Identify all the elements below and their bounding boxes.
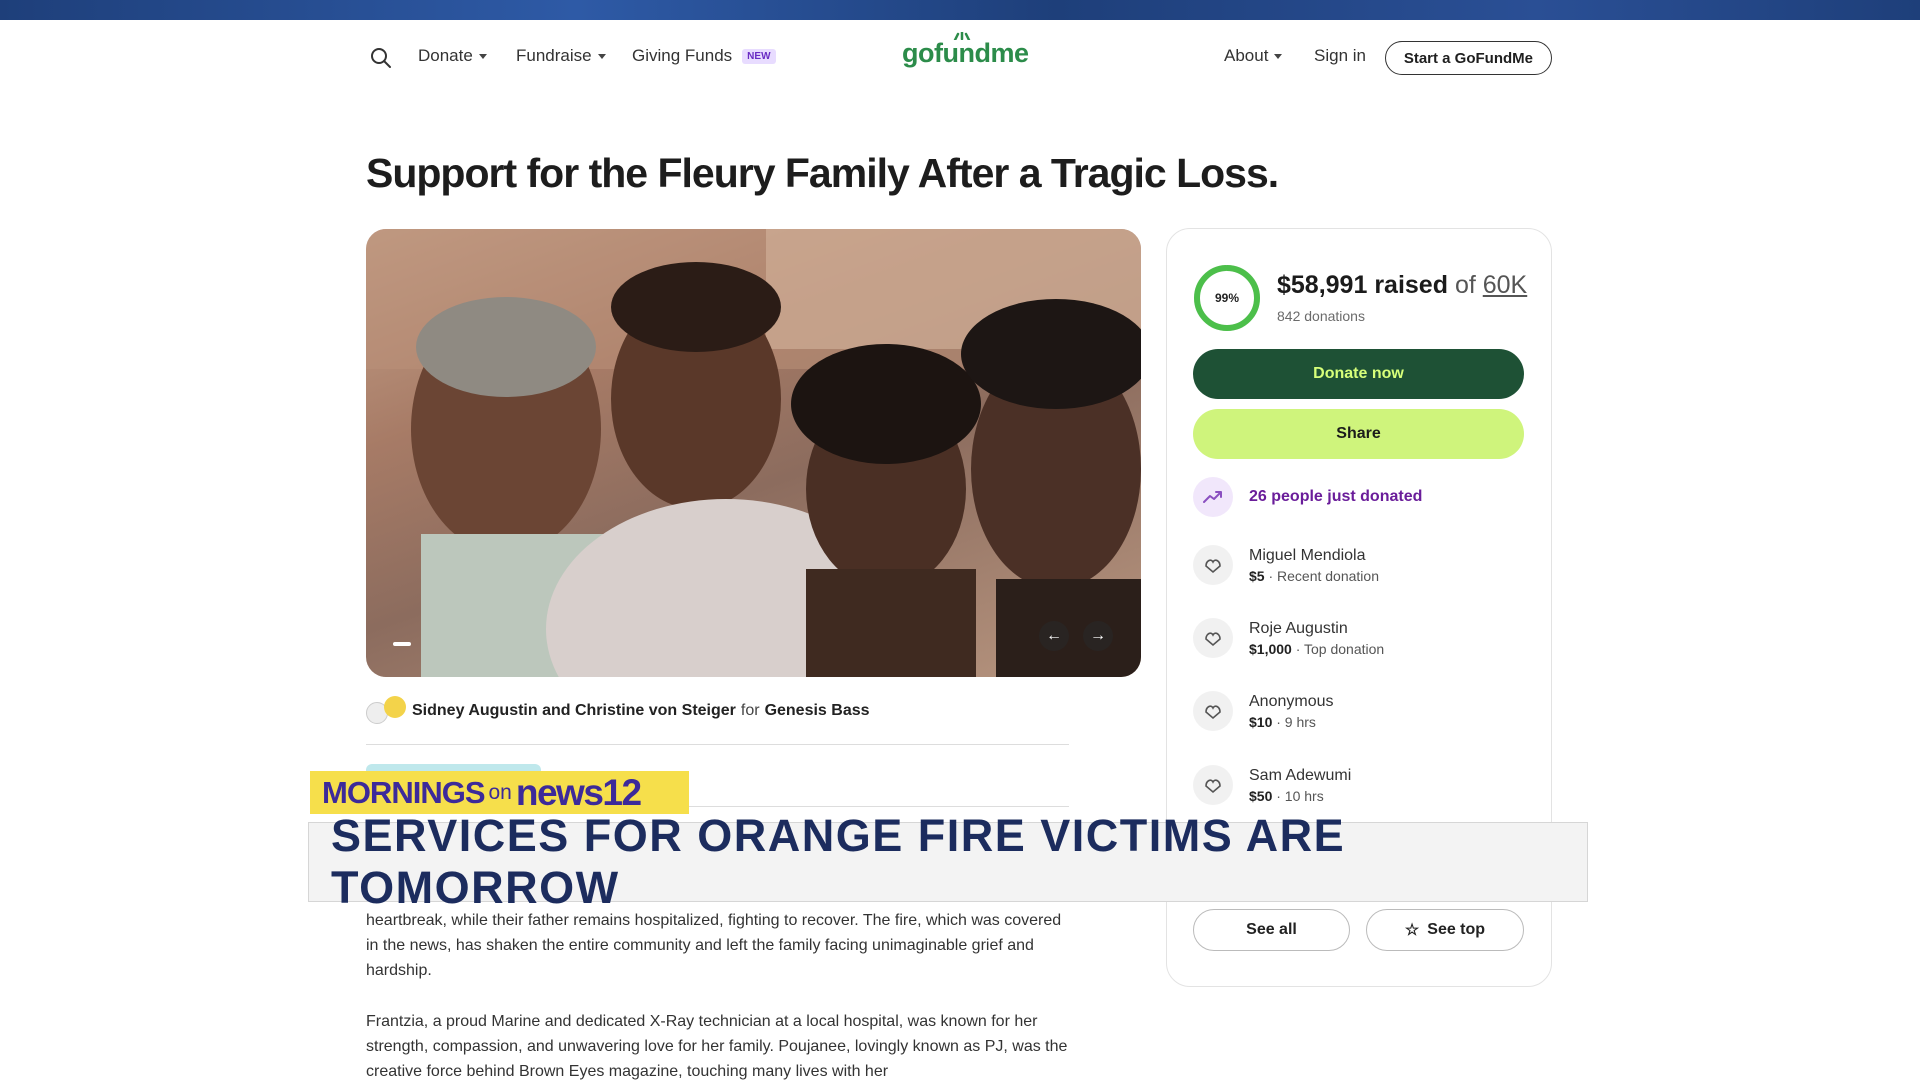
search-icon[interactable] [369,46,393,70]
donor-name: Sam Adewumi [1249,766,1352,784]
carousel-indicator[interactable] [393,642,411,646]
for-label: for [740,702,760,719]
donation-note: · 10 hrs [1272,787,1324,804]
raised-amount: $58,991 raised [1277,271,1448,299]
donation-hand-icon [1193,691,1233,731]
see-all-button[interactable]: See all [1193,909,1350,951]
campaign-story: heartbreak, while their father remains h… [366,908,1076,1080]
brand-news12: news12 [515,771,642,813]
donation-amount: $5 [1249,567,1265,584]
campaign-photo[interactable]: ← → [366,229,1141,677]
chevron-down-icon [478,53,487,59]
donor-detail: $50 · 10 hrs [1249,788,1351,804]
sign-in-link[interactable]: Sign in [1314,46,1366,66]
chevron-down-icon [1274,53,1283,59]
donation-count: 842 donations [1277,308,1365,324]
news12-brand-bug: MORNINGS on news12 [310,771,689,814]
brand-on: on [488,780,512,804]
lower-third-banner: SERVICES FOR ORANGE FIRE VICTIMS ARE TOM… [308,810,1588,913]
donor-item: Roje Augustin $1,000 · Top donation [1193,618,1384,658]
donor-item: Sam Adewumi $50 · 10 hrs [1193,765,1351,805]
heart-hand-icon [384,696,406,718]
story-paragraph: Frantzia, a proud Marine and dedicated X… [366,1013,1068,1080]
donation-hand-icon [1193,545,1233,585]
recent-donors-text: 26 people just donated [1249,488,1423,505]
chevron-down-icon [597,53,606,59]
page-title: Support for the Fleury Family After a Tr… [366,150,1279,196]
nav-giving-funds[interactable]: Giving Funds NEW [632,46,776,66]
share-button[interactable]: Share [1193,409,1524,459]
arrow-left-icon: ← [1046,627,1062,644]
donate-now-button[interactable]: Donate now [1193,349,1524,399]
progress-percent: 99% [1214,291,1240,305]
donation-note: · Top donation [1291,640,1385,657]
organizer-avatars [366,696,412,726]
recent-activity: 26 people just donated [1193,477,1422,517]
donation-note: · Recent donation [1264,567,1379,584]
donor-detail: $1,000 · Top donation [1249,641,1384,657]
brand-mornings: MORNINGS [322,774,485,810]
donor-item: Anonymous $10 · 9 hrs [1193,691,1334,731]
new-badge: NEW [742,48,776,64]
organizer-names[interactable]: Sidney Augustin and Christine von Steige… [412,702,736,720]
nav-about-label: About [1224,46,1269,65]
donation-hand-icon [1193,765,1233,805]
divider [366,744,1069,745]
donor-name: Anonymous [1249,692,1334,710]
story-paragraph: heartbreak, while their father remains h… [366,912,1062,979]
of-label: of [1454,271,1476,299]
nav-donate-label: Donate [418,46,473,65]
nav-giving-funds-label: Giving Funds [632,46,733,65]
logo-spark-icon [953,32,971,40]
carousel-next-button[interactable]: → [1083,621,1113,651]
organizer-line: Sidney Augustin and Christine von Steige… [366,696,870,726]
nav-donate[interactable]: Donate [418,46,487,66]
broadcast-top-band [0,0,1920,20]
donor-detail: $5 · Recent donation [1249,568,1379,584]
headline-text: SERVICES FOR ORANGE FIRE VICTIMS ARE TOM… [331,810,1346,913]
nav-fundraise[interactable]: Fundraise [516,46,606,66]
sign-in-label: Sign in [1314,46,1366,65]
star-icon: ☆ [1404,922,1420,939]
nav-fundraise-label: Fundraise [516,46,592,65]
donor-detail: $10 · 9 hrs [1249,714,1334,730]
donation-amount: $1,000 [1249,640,1292,657]
family-photo-illustration [366,229,1141,677]
beneficiary-name[interactable]: Genesis Bass [765,702,870,720]
carousel-prev-button[interactable]: ← [1039,621,1069,651]
see-top-button[interactable]: ☆ See top [1366,909,1524,951]
donor-name: Roje Augustin [1249,619,1348,637]
goal-amount[interactable]: 60K [1483,271,1527,299]
donor-item: Miguel Mendiola $5 · Recent donation [1193,545,1379,585]
donation-hand-icon [1193,618,1233,658]
donation-amount: $10 [1249,713,1273,730]
start-gofundme-button[interactable]: Start a GoFundMe [1384,41,1552,75]
amount-raised: $58,991 raised of 60K [1277,271,1527,300]
donation-note: · 9 hrs [1272,713,1316,730]
nav-about[interactable]: About [1224,46,1283,66]
donation-amount: $50 [1249,787,1273,804]
donor-name: Miguel Mendiola [1249,546,1366,564]
logo-text: gofundme [902,38,1029,68]
trending-up-icon [1193,477,1233,517]
top-navigation: Donate Fundraise Giving Funds NEW gofund… [366,32,1552,78]
arrow-right-icon: → [1090,627,1106,644]
gofundme-logo[interactable]: gofundme [902,32,1029,69]
see-top-label: See top [1427,921,1486,938]
